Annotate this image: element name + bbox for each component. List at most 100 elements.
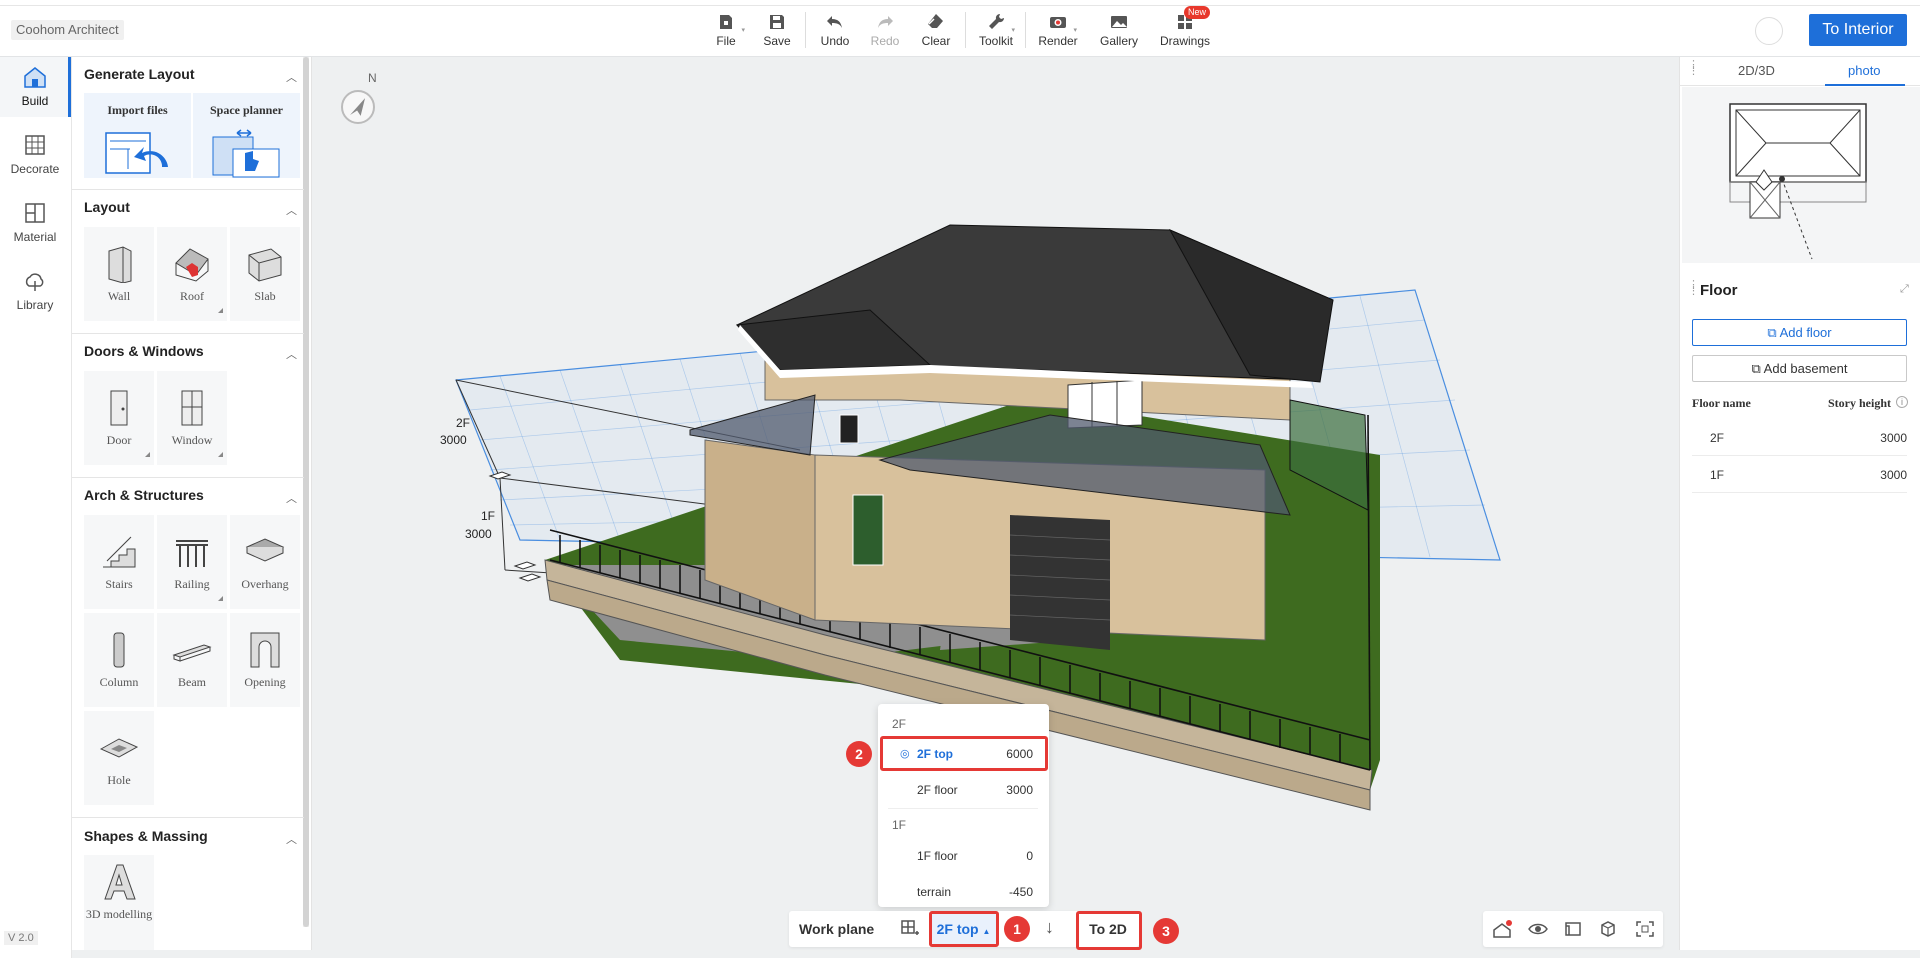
rail-label-decorate: Decorate bbox=[10, 162, 60, 176]
plane-option-terrain[interactable]: terrain -450 bbox=[878, 878, 1049, 906]
floor-row[interactable]: 1F 3000 bbox=[1692, 457, 1907, 493]
submenu-arrow-icon bbox=[218, 452, 223, 457]
compass-arrow-icon bbox=[350, 98, 366, 116]
arrow-down-icon[interactable]: ↓ bbox=[1045, 917, 1054, 938]
plane-option-name: 1F floor bbox=[917, 849, 958, 863]
collapse-chevron-icon[interactable]: ︿ bbox=[286, 490, 297, 506]
fullscreen-icon[interactable] bbox=[1635, 920, 1655, 938]
clear-button[interactable]: Clear bbox=[911, 12, 961, 50]
undo-label: Undo bbox=[820, 34, 850, 48]
rail-item-material[interactable]: Material bbox=[0, 193, 70, 253]
wall-tool[interactable]: Wall bbox=[84, 227, 154, 321]
slab-tool[interactable]: Slab bbox=[230, 227, 300, 321]
display-settings-icon[interactable] bbox=[1492, 920, 1512, 938]
drag-handle-icon[interactable]: ⋮ ⋮ bbox=[1688, 60, 1699, 77]
3d-letter-icon bbox=[104, 864, 136, 900]
overhang-tool[interactable]: Overhang bbox=[230, 515, 300, 609]
import-files-card[interactable]: Import files bbox=[84, 93, 191, 178]
library-icon bbox=[25, 273, 44, 291]
expand-icon[interactable]: ⤢ bbox=[1900, 283, 1909, 296]
rail-item-decorate[interactable]: Decorate bbox=[0, 125, 70, 185]
callout-3: 3 bbox=[1153, 918, 1179, 944]
floor-row-name: 1F bbox=[1710, 468, 1725, 482]
floor-row-name: 2F bbox=[1710, 431, 1725, 445]
work-plane-dropdown bbox=[878, 704, 1049, 907]
slab-label: Slab bbox=[254, 289, 276, 303]
collapse-chevron-icon[interactable]: ︿ bbox=[286, 346, 297, 362]
plane-option-1f-floor[interactable]: 1F floor 0 bbox=[878, 842, 1049, 870]
beam-tool[interactable]: Beam bbox=[157, 613, 227, 707]
compass-north-label: N bbox=[368, 71, 377, 85]
stairs-tool[interactable]: Stairs bbox=[84, 515, 154, 609]
toolkit-label: Toolkit bbox=[978, 34, 1013, 48]
floor-row[interactable]: 2F 3000 bbox=[1692, 420, 1907, 456]
section-divider bbox=[72, 477, 304, 478]
cube-view-icon[interactable] bbox=[1598, 920, 1618, 938]
eye-icon[interactable] bbox=[1528, 920, 1548, 938]
railing-label: Railing bbox=[174, 577, 210, 591]
add-floor-button[interactable]: ⧉ Add floor bbox=[1692, 319, 1907, 346]
add-floor-label: Add floor bbox=[1779, 325, 1832, 340]
undo-button[interactable]: Undo bbox=[810, 12, 860, 50]
section-divider bbox=[72, 333, 304, 334]
level-2f-name: 2F bbox=[456, 416, 470, 430]
add-plane-icon[interactable] bbox=[901, 920, 919, 938]
window-tool[interactable]: Window bbox=[157, 371, 227, 465]
space-planner-label: Space planner bbox=[209, 103, 283, 117]
level-1f-name: 1F bbox=[481, 509, 495, 523]
redo-icon bbox=[878, 16, 893, 28]
opening-tool[interactable]: Opening bbox=[230, 613, 300, 707]
space-planner-card[interactable]: Space planner bbox=[193, 93, 300, 178]
dropdown-group-1f: 1F bbox=[892, 818, 907, 832]
roof-icon bbox=[175, 248, 209, 282]
floor-row-height: 3000 bbox=[1880, 468, 1907, 482]
toolkit-menu-button[interactable]: Toolkit ▾ bbox=[971, 12, 1021, 50]
add-basement-button[interactable]: ⧉ Add basement bbox=[1692, 355, 1907, 382]
import-icon bbox=[105, 132, 168, 174]
app-name: Coohom Architect bbox=[11, 20, 124, 40]
collapse-chevron-icon[interactable]: ︿ bbox=[286, 69, 297, 85]
drag-handle-icon[interactable]: ⋮ ⋮ bbox=[1688, 280, 1699, 297]
compass-button[interactable] bbox=[341, 90, 375, 124]
tab-2d3d[interactable]: 2D/3D bbox=[1738, 63, 1775, 78]
stairs-icon bbox=[103, 536, 136, 568]
submenu-arrow-icon bbox=[218, 596, 223, 601]
hole-tool[interactable]: Hole bbox=[84, 711, 154, 805]
collapse-chevron-icon[interactable]: ︿ bbox=[286, 202, 297, 218]
level-2f-height: 3000 bbox=[440, 433, 467, 447]
view-tabs bbox=[1679, 57, 1920, 86]
overhang-label: Overhang bbox=[241, 577, 289, 591]
minimap[interactable] bbox=[1682, 87, 1920, 263]
highlight-box-3 bbox=[1076, 911, 1142, 950]
collapse-chevron-icon[interactable]: ︿ bbox=[286, 831, 297, 847]
gallery-label: Gallery bbox=[1099, 34, 1138, 48]
work-plane-label: Work plane bbox=[799, 921, 875, 937]
beam-label: Beam bbox=[178, 675, 206, 689]
roof-tool[interactable]: Roof bbox=[157, 227, 227, 321]
to-interior-button[interactable]: To Interior bbox=[1809, 14, 1907, 46]
render-label: Render bbox=[1038, 34, 1078, 48]
info-icon[interactable]: i bbox=[1896, 396, 1908, 408]
plane-option-2f-floor[interactable]: 2F floor 3000 bbox=[878, 776, 1049, 804]
render-menu-button[interactable]: Render ▾ bbox=[1033, 12, 1083, 50]
level-1f-height: 3000 bbox=[465, 527, 492, 541]
save-button[interactable]: Save bbox=[752, 12, 802, 50]
panel-scrollbar-thumb[interactable] bbox=[303, 57, 309, 927]
submenu-arrow-icon bbox=[145, 452, 150, 457]
column-tool[interactable]: Column bbox=[84, 613, 154, 707]
3d-modelling-tool[interactable]: 3D modelling bbox=[84, 855, 154, 950]
plan-view-icon[interactable] bbox=[1563, 920, 1583, 938]
gallery-button[interactable]: Gallery bbox=[1094, 12, 1144, 50]
tab-photo[interactable]: photo bbox=[1848, 63, 1881, 78]
avatar[interactable] bbox=[1755, 17, 1783, 45]
door-tool[interactable]: Door bbox=[84, 371, 154, 465]
rail-item-library[interactable]: Library bbox=[0, 261, 70, 321]
section-title-shapes-massing: Shapes & Massing bbox=[84, 828, 208, 844]
overhang-icon bbox=[245, 538, 285, 562]
railing-tool[interactable]: Railing bbox=[157, 515, 227, 609]
import-files-label: Import files bbox=[107, 103, 168, 117]
rail-item-build[interactable]: Build bbox=[0, 57, 71, 117]
section-title-generate-layout: Generate Layout bbox=[84, 66, 195, 82]
file-menu-button[interactable]: File ▾ bbox=[701, 12, 751, 50]
redo-button[interactable]: Redo bbox=[860, 12, 910, 50]
